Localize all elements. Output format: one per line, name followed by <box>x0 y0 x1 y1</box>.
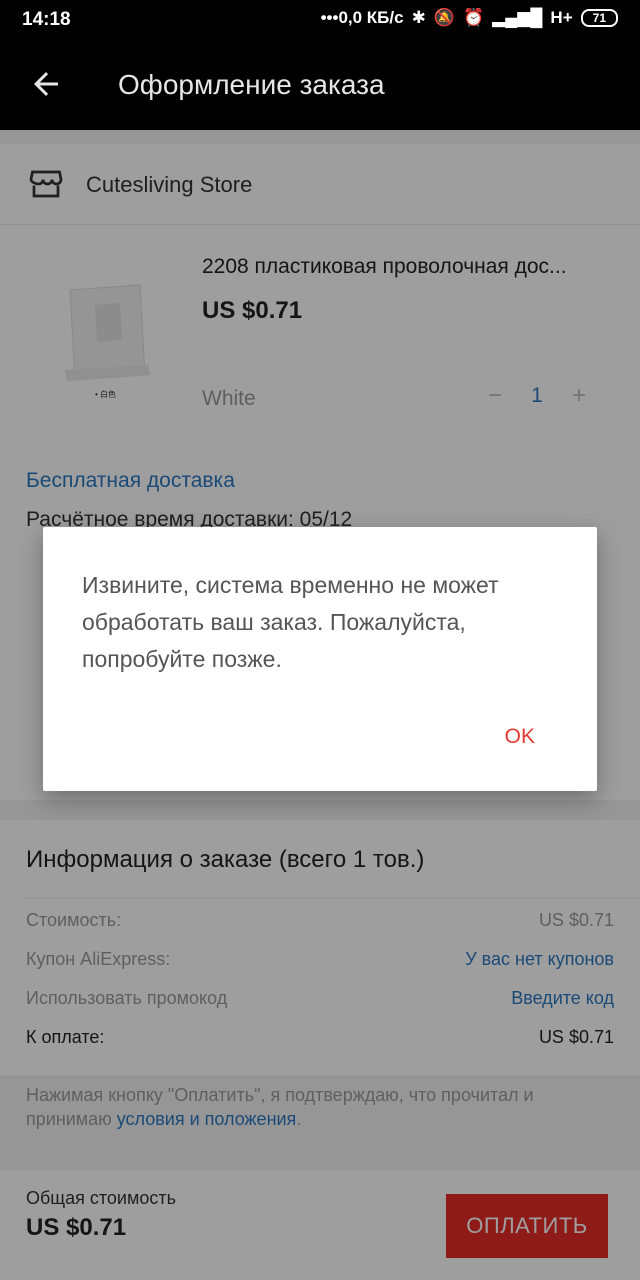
network-type: H+ <box>550 8 573 27</box>
battery-icon: 71 <box>580 9 618 27</box>
error-dialog: Извините, система временно не может обра… <box>43 527 597 791</box>
page-title: Оформление заказа <box>118 69 385 100</box>
status-bar: 14:18 •••0,0 КБ/с ✱ 🔕 ⏰ ▂▄▆█ H+ 71 <box>0 0 640 40</box>
status-indicators: •••0,0 КБ/с ✱ 🔕 ⏰ ▂▄▆█ H+ 71 <box>321 8 618 28</box>
bluetooth-icon: ✱ <box>411 8 426 27</box>
arrow-left-icon[interactable] <box>28 66 64 102</box>
app-bar: Оформление заказа <box>0 40 640 130</box>
status-time: 14:18 <box>22 9 71 30</box>
alarm-icon: ⏰ <box>463 8 485 27</box>
ok-button[interactable]: OK <box>505 725 535 749</box>
dialog-message: Извините, система временно не может обра… <box>82 572 499 672</box>
network-speed: •••0,0 КБ/с <box>320 8 404 27</box>
mute-icon: 🔕 <box>433 8 455 27</box>
signal-icon: ▂▄▆█ <box>492 8 543 27</box>
